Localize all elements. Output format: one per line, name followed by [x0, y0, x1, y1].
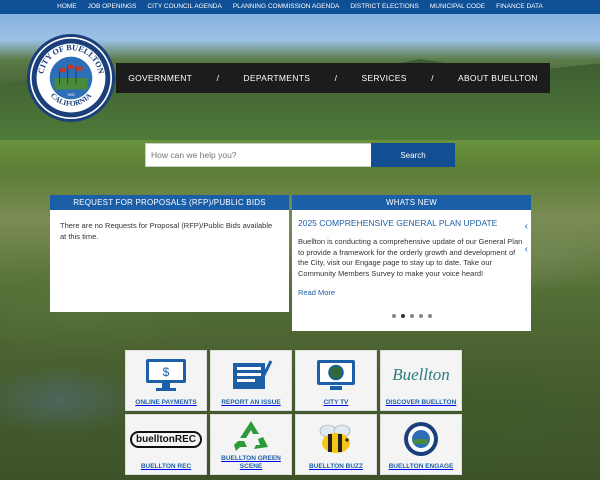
tile-label: BUELLTON GREEN SCENE [221, 455, 281, 470]
tile-buellton-engage[interactable]: BUELLTON ENGAGE [380, 414, 462, 475]
seal-icon: CITY OF BUELLTON CALIFORNIA 1992 [31, 38, 111, 118]
tile-label: BUELLTON REC [140, 463, 192, 470]
carousel-arrows: ‹ ‹ [525, 215, 528, 261]
utility-link-council-agenda[interactable]: CITY COUNCIL AGENDA [142, 0, 227, 14]
rfp-panel-title: REQUEST FOR PROPOSALS (RFP)/PUBLIC BIDS [50, 195, 289, 210]
carousel-dot-5[interactable] [427, 314, 432, 318]
search-input[interactable] [145, 143, 371, 167]
nav-separator: / [431, 73, 434, 83]
rfp-panel-text: There are no Requests for Proposal (RFP)… [60, 221, 273, 241]
bee-icon [296, 419, 376, 459]
tile-label: BUELLTON ENGAGE [388, 463, 454, 470]
nav-government[interactable]: GOVERNMENT [128, 73, 192, 83]
carousel-next-icon[interactable]: ‹ [525, 238, 528, 261]
svg-text:$: $ [163, 365, 170, 379]
tile-buellton-buzz[interactable]: BUELLTON BUZZ [295, 414, 377, 475]
nav-departments[interactable]: DEPARTMENTS [243, 73, 310, 83]
whats-new-title: WHATS NEW [292, 195, 531, 210]
engage-seal-icon [381, 419, 461, 459]
tile-city-tv[interactable]: CITY TV [295, 350, 377, 411]
rfp-panel: REQUEST FOR PROPOSALS (RFP)/PUBLIC BIDS … [50, 195, 289, 312]
tile-label: REPORT AN ISSUE [221, 399, 281, 406]
carousel-prev-icon[interactable]: ‹ [525, 215, 528, 238]
seal-year: 1992 [67, 93, 74, 97]
site-search: Search [145, 143, 455, 167]
read-more-link[interactable]: Read More [298, 288, 525, 297]
tile-buellton-rec[interactable]: buelltonREC BUELLTON REC [125, 414, 207, 475]
city-seal-logo[interactable]: CITY OF BUELLTON CALIFORNIA 1992 [27, 34, 115, 122]
carousel-dot-4[interactable] [418, 314, 423, 318]
carousel-dots [292, 314, 531, 318]
whats-new-panel: WHATS NEW 2025 COMPREHENSIVE GENERAL PLA… [292, 195, 531, 331]
utility-link-jobs[interactable]: JOB OPENINGS [82, 0, 142, 14]
utility-link-home[interactable]: HOME [52, 0, 83, 14]
discover-logo-icon: Buellton [381, 355, 461, 395]
main-nav: GOVERNMENT / DEPARTMENTS / SERVICES / AB… [116, 63, 550, 93]
tile-label: DISCOVER BUELLTON [385, 399, 457, 406]
nav-about[interactable]: ABOUT BUELLTON [458, 73, 538, 83]
tile-label: CITY TV [323, 399, 349, 406]
report-form-icon [211, 355, 291, 395]
utility-link-municipal-code[interactable]: MUNICIPAL CODE [424, 0, 490, 14]
nav-services[interactable]: SERVICES [361, 73, 406, 83]
search-button[interactable]: Search [371, 143, 455, 167]
carousel-dot-3[interactable] [409, 314, 414, 318]
tile-label: BUELLTON BUZZ [309, 463, 363, 470]
computer-payment-icon: $ [126, 355, 206, 395]
tile-label: ONLINE PAYMENTS [135, 399, 197, 406]
recycle-icon [211, 419, 291, 453]
quick-links: $ ONLINE PAYMENTS REPORT AN ISSUE CITY T… [125, 350, 463, 476]
tile-green-scene[interactable]: BUELLTON GREEN SCENE [210, 414, 292, 475]
utility-nav: HOME JOB OPENINGS CITY COUNCIL AGENDA PL… [0, 0, 600, 14]
nav-separator: / [216, 73, 219, 83]
utility-link-planning-agenda[interactable]: PLANNING COMMISSION AGENDA [227, 0, 345, 14]
utility-link-elections[interactable]: DISTRICT ELECTIONS [345, 0, 425, 14]
rec-logo-icon: buelltonREC [126, 419, 206, 459]
tile-discover-buellton[interactable]: Buellton DISCOVER BUELLTON [380, 350, 462, 411]
carousel-dot-1[interactable] [391, 314, 396, 318]
utility-link-finance[interactable]: FINANCE DATA [491, 0, 549, 14]
discover-logo-text: Buellton [392, 365, 450, 384]
rec-logo-text: buelltonREC [130, 430, 202, 448]
carousel-dot-2[interactable] [400, 314, 405, 318]
tile-report-issue[interactable]: REPORT AN ISSUE [210, 350, 292, 411]
tile-online-payments[interactable]: $ ONLINE PAYMENTS [125, 350, 207, 411]
tv-icon [296, 355, 376, 395]
news-item-title[interactable]: 2025 COMPREHENSIVE GENERAL PLAN UPDATE [298, 216, 525, 228]
news-item-text: Buellton is conducting a comprehensive u… [298, 237, 523, 278]
nav-separator: / [334, 73, 337, 83]
